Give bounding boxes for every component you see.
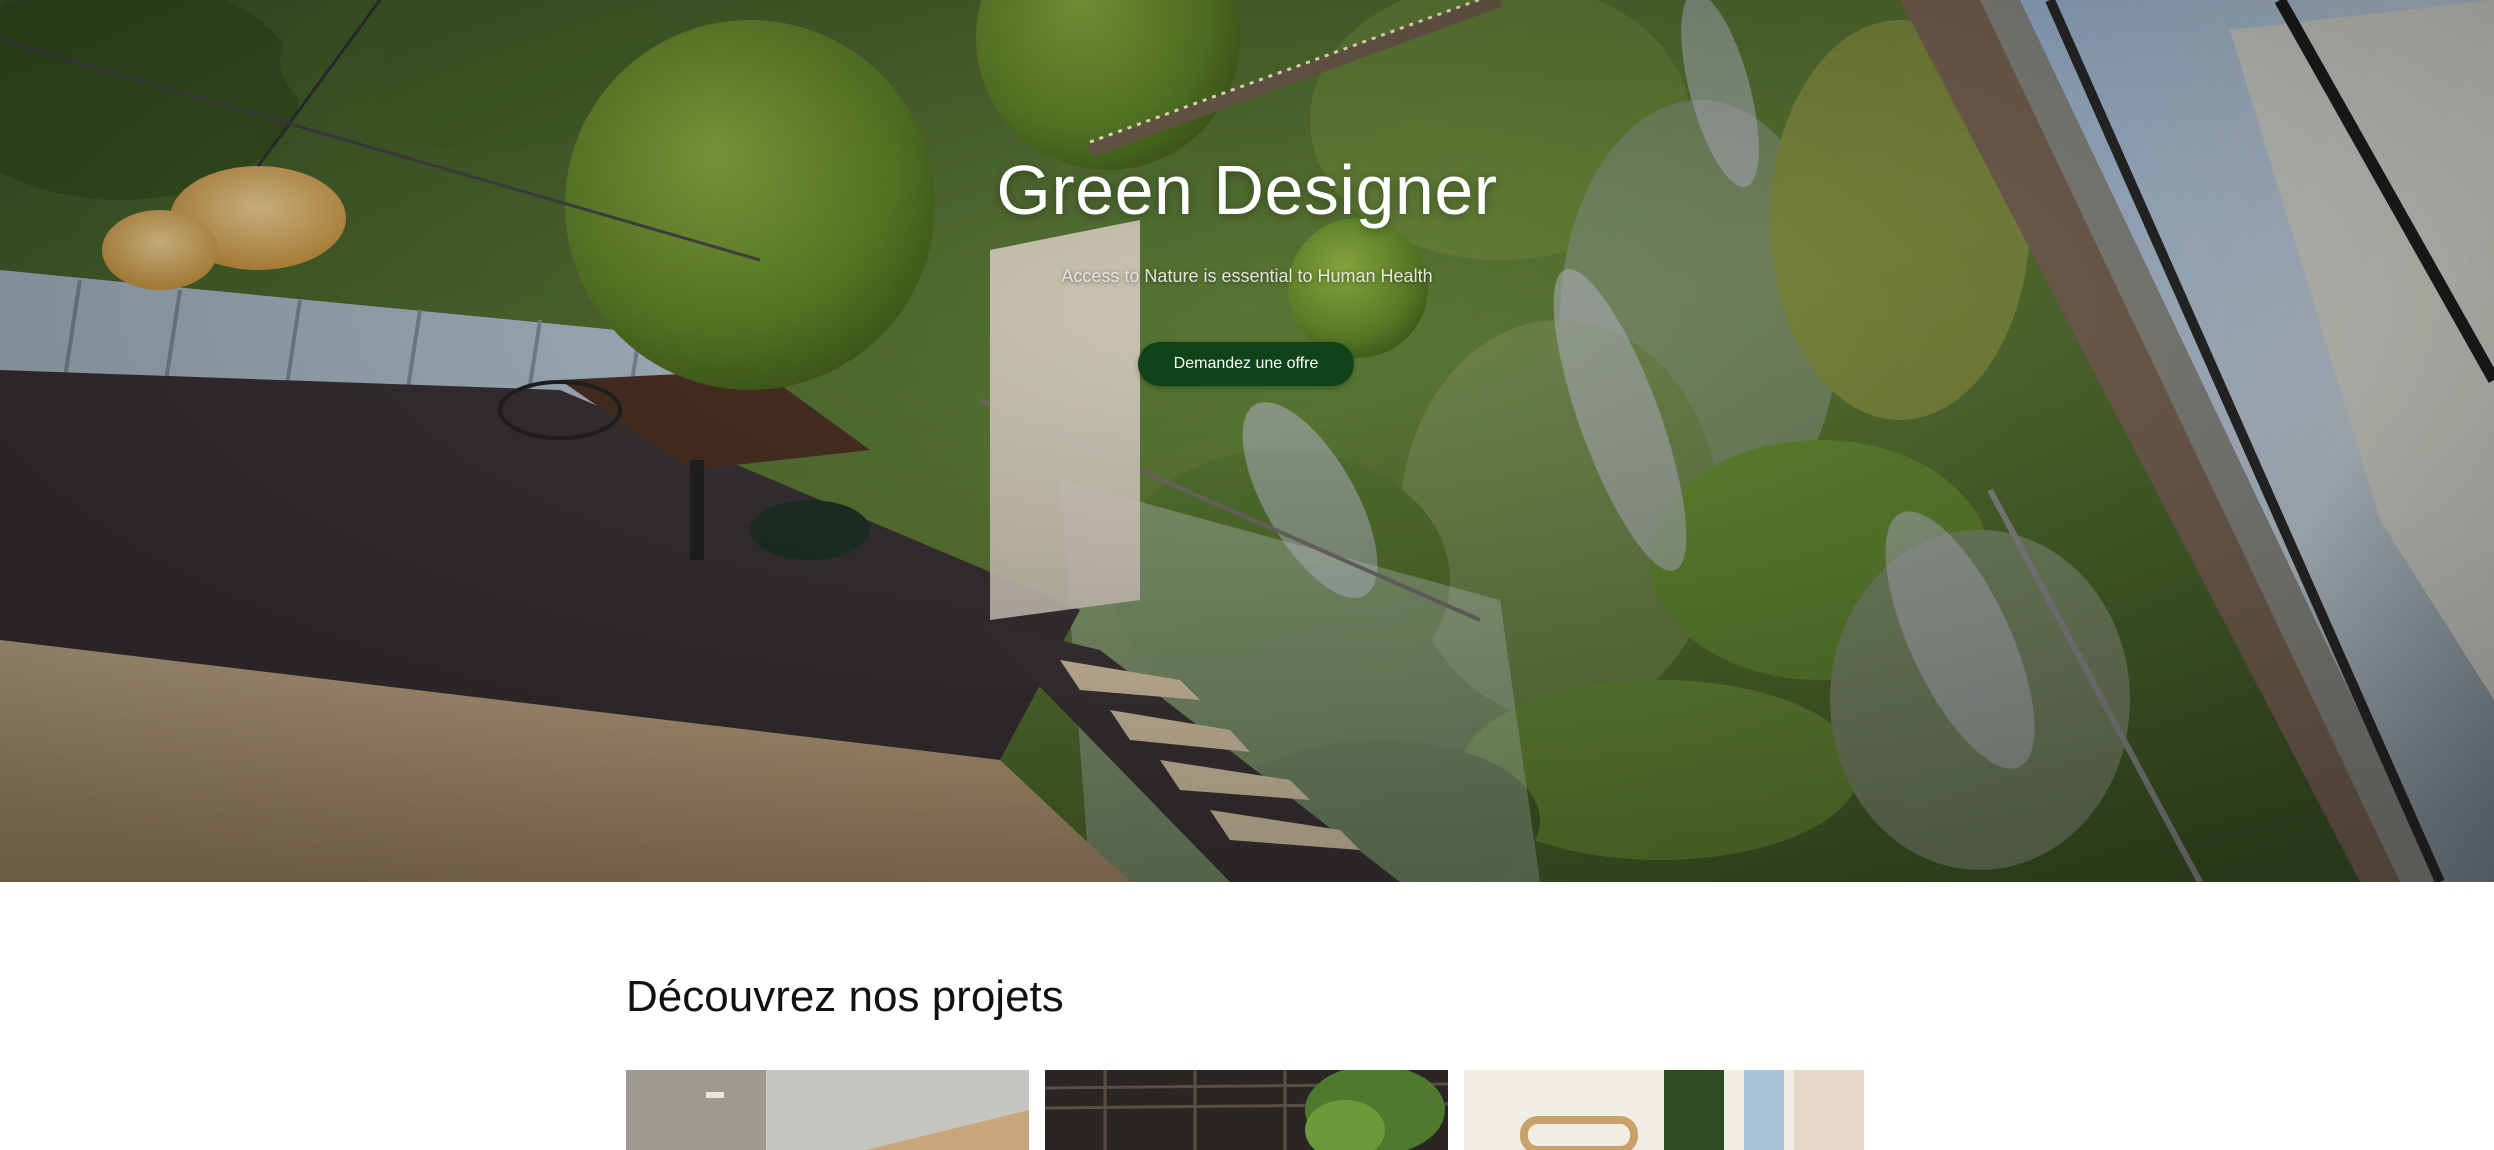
project-card-1[interactable] [626,1070,1029,1150]
hero-subtitle: Access to Nature is essential to Human H… [1061,266,1433,286]
projects-heading: Découvrez nos projets [626,972,1064,1021]
hero-section: Green Designer Access to Nature is essen… [0,0,2494,882]
request-offer-button[interactable]: Demandez une offre [1138,342,1354,386]
hero-title: Green Designer [996,151,1498,229]
project-image-3 [1464,1070,1864,1150]
project-card-2[interactable] [1045,1070,1448,1150]
hero-content: Green Designer Access to Nature is essen… [0,0,2494,882]
project-image-1 [626,1070,1029,1150]
project-image-2 [1045,1070,1448,1150]
project-card-3[interactable] [1464,1070,1864,1150]
